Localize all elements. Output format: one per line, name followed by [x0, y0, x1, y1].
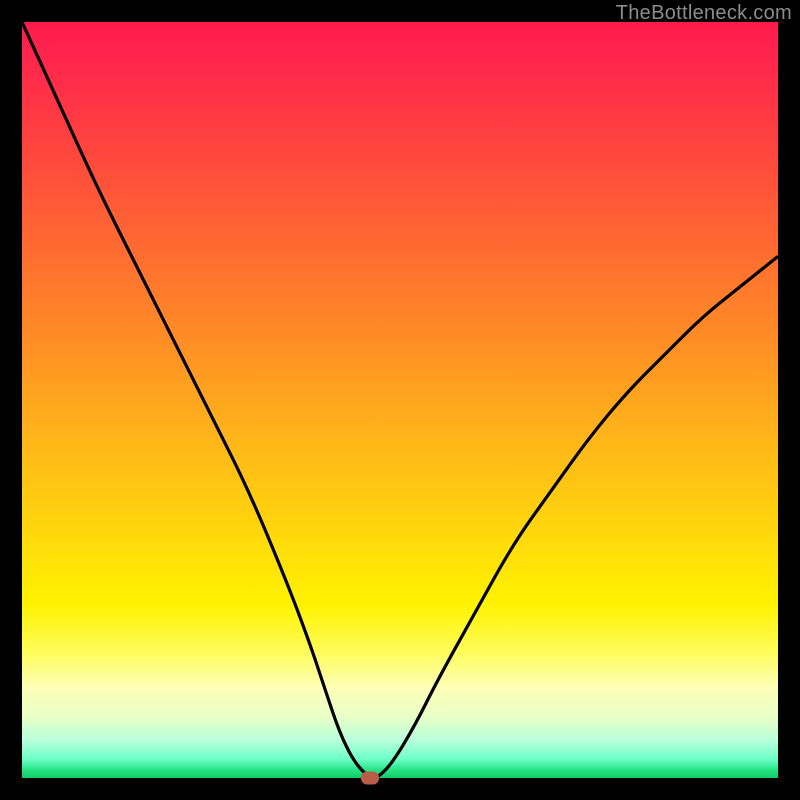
plot-area	[22, 22, 778, 778]
optimal-marker	[361, 772, 379, 785]
curve-svg	[22, 22, 778, 778]
watermark-text: TheBottleneck.com	[616, 2, 792, 25]
bottleneck-curve	[22, 22, 778, 778]
chart-frame: TheBottleneck.com	[0, 0, 800, 800]
